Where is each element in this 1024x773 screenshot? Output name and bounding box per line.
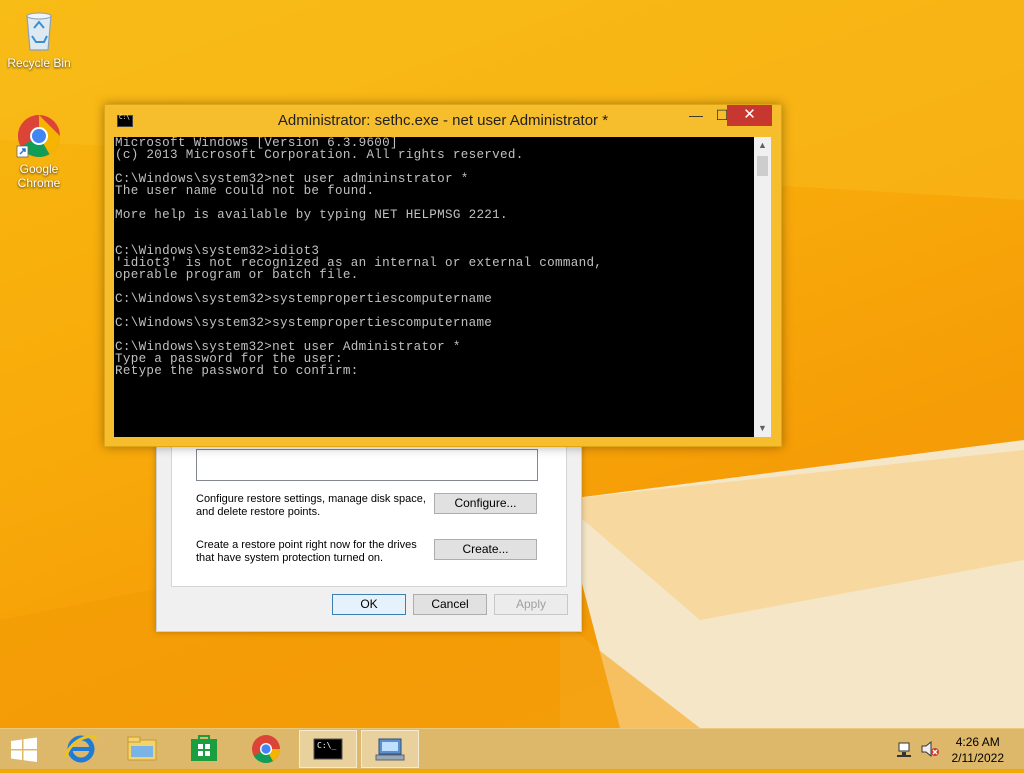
system-properties-dialog: Configure restore settings, manage disk … (156, 440, 582, 632)
configure-button[interactable]: Configure... (434, 493, 537, 514)
scroll-up-arrow-icon[interactable]: ▲ (754, 137, 771, 154)
apply-button: Apply (494, 594, 568, 615)
internet-explorer-icon (64, 735, 98, 763)
command-prompt-window: Administrator: sethc.exe - net user Admi… (104, 104, 782, 447)
minimize-button[interactable]: — (683, 105, 709, 126)
console-line: More help is available by typing NET HEL… (115, 208, 508, 222)
system-protection-panel: Configure restore settings, manage disk … (171, 441, 567, 587)
network-icon[interactable] (896, 740, 914, 763)
taskbar-command-prompt[interactable]: C:\_ (299, 730, 357, 768)
console-line: C:\Windows\system32>systempropertiescomp… (115, 292, 493, 306)
start-button[interactable] (0, 730, 48, 768)
console-line: C:\Windows\system32>systempropertiescomp… (115, 316, 493, 330)
console-line: (c) 2013 Microsoft Corporation. All righ… (115, 148, 524, 162)
desktop-icon-google-chrome[interactable]: Google Chrome (1, 112, 77, 190)
chrome-label: Google Chrome (17, 162, 61, 190)
create-description: Create a restore point right now for the… (196, 539, 417, 564)
chrome-icon (15, 112, 63, 160)
taskbar-internet-explorer[interactable] (52, 730, 110, 768)
console-line: operable program or batch file. (115, 268, 359, 282)
console-line: The user name could not be found. (115, 184, 375, 198)
taskbar: C:\_ 4:26 AM 2/11/2022 (0, 728, 1024, 769)
console-scrollbar[interactable]: ▲ ▼ (754, 137, 771, 437)
cancel-button[interactable]: Cancel (413, 594, 487, 615)
scroll-thumb[interactable] (757, 156, 768, 176)
store-icon (191, 735, 217, 761)
create-button[interactable]: Create... (434, 539, 537, 560)
taskbar-system-properties[interactable] (361, 730, 419, 768)
console-line: Retype the password to confirm: (115, 364, 359, 378)
taskbar-file-explorer[interactable] (113, 730, 171, 768)
console-output[interactable]: Microsoft Windows [Version 6.3.9600] (c)… (114, 137, 754, 437)
desktop-icon-recycle-bin[interactable]: Recycle Bin (1, 6, 77, 70)
clock-date: 2/11/2022 (951, 751, 1005, 765)
close-button[interactable]: ✕ (727, 105, 772, 126)
ok-button[interactable]: OK (332, 594, 406, 615)
taskbar-store[interactable] (175, 730, 233, 768)
file-explorer-icon (127, 736, 157, 761)
cmd-window-title: Administrator: sethc.exe - net user Admi… (277, 112, 609, 129)
scroll-down-arrow-icon[interactable]: ▼ (754, 420, 771, 437)
system-properties-icon (375, 738, 405, 761)
cmd-taskbar-glyph: C:\_ (317, 741, 337, 750)
windows-logo-icon (11, 737, 37, 762)
chrome-icon (252, 735, 280, 763)
volume-muted-icon[interactable] (920, 740, 940, 763)
recycle-bin-icon (15, 6, 63, 54)
taskbar-chrome[interactable] (237, 730, 295, 768)
clock[interactable]: 4:26 AM 2/11/2022 (952, 734, 1005, 766)
cmd-titlebar[interactable]: Administrator: sethc.exe - net user Admi… (105, 105, 781, 137)
protection-drives-list[interactable] (196, 449, 538, 481)
console-text: Microsoft Windows [Version 6.3.9600] (c)… (114, 137, 754, 377)
clock-time: 4:26 AM (955, 735, 1000, 749)
recycle-bin-label: Recycle Bin (7, 56, 71, 70)
configure-description: Configure restore settings, manage disk … (196, 493, 426, 518)
desktop: Recycle Bin Google Chrome Configure rest… (0, 0, 1024, 728)
